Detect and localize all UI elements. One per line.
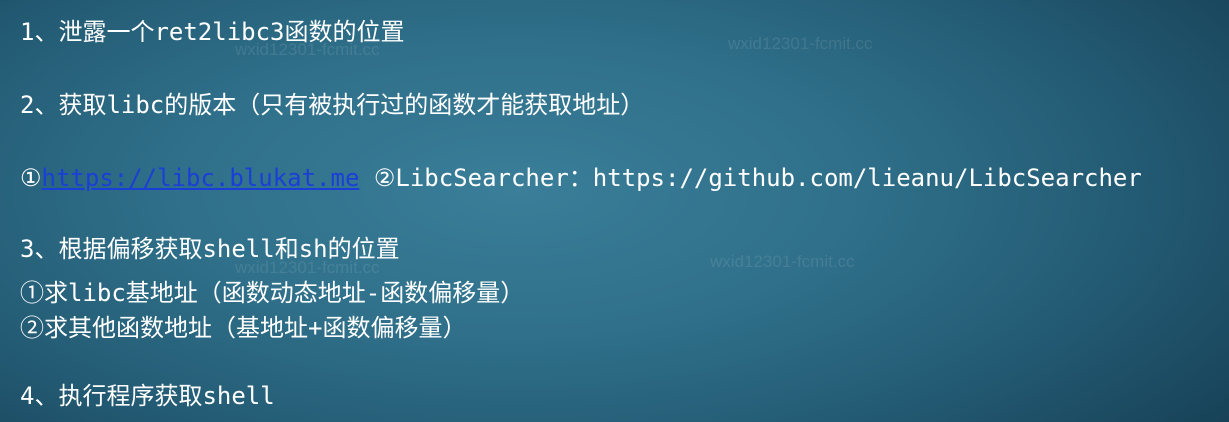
libcsearcher-reference: ②LibcSearcher：https://github.com/lieanu/… — [359, 164, 1142, 192]
watermark-text: wxid12301-fcmit.cc — [728, 34, 873, 53]
step-4-run-program-get-shell: 4、执行程序获取shell — [20, 382, 275, 410]
libc-database-link[interactable]: https://libc.blukat.me — [42, 164, 360, 192]
step-2-get-libc-version: 2、获取libc的版本（只有被执行过的函数才能获取地址） — [20, 91, 645, 119]
substep-libc-base-address: ①求libc基地址（函数动态地址-函数偏移量） — [20, 279, 525, 307]
circled-number-1: ① — [20, 164, 42, 192]
substep-other-function-address: ②求其他函数地址（基地址+函数偏移量） — [20, 314, 467, 342]
presentation-slide: wxid12301-fcmit.cc wxid12301-fcmit.cc wx… — [0, 0, 1229, 422]
step-1-leak-function: 1、泄露一个ret2libc3函数的位置 — [20, 18, 405, 46]
libc-resources-line: ①https://libc.blukat.me ②LibcSearcher：ht… — [20, 163, 1142, 193]
watermark-text: wxid12301-fcmit.cc — [710, 252, 855, 271]
step-3-get-shell-offsets: 3、根据偏移获取shell和sh的位置 — [20, 235, 400, 263]
